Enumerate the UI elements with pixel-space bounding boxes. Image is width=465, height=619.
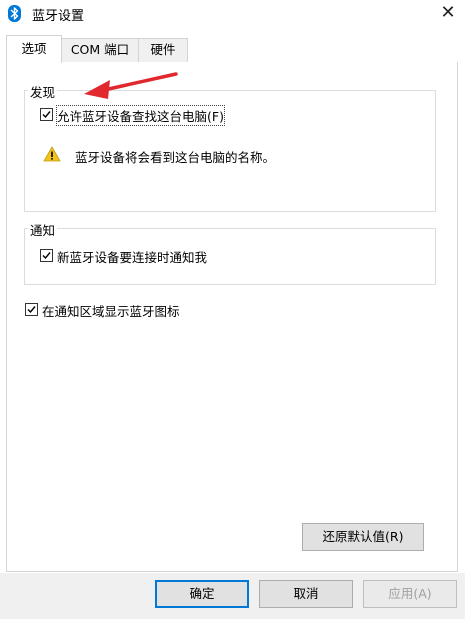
warning-text: 蓝牙设备将会看到这台电脑的名称。 [75, 150, 276, 165]
window-title: 蓝牙设置 [32, 9, 85, 24]
restore-defaults-button[interactable]: 还原默认值(R) [302, 523, 424, 551]
notify-group-label: 通知 [28, 220, 58, 239]
ok-button[interactable]: 确定 [155, 580, 249, 608]
allow-find-checkbox[interactable] [40, 108, 53, 121]
notify-checkbox[interactable] [40, 249, 53, 262]
tray-icon-checkbox[interactable] [25, 303, 38, 316]
tray-icon-label[interactable]: 在通知区域显示蓝牙图标 [42, 301, 180, 320]
tab-hardware[interactable]: 硬件 [138, 38, 188, 62]
close-icon[interactable]: ✕ [438, 3, 458, 23]
warning-icon [43, 146, 61, 165]
allow-find-label[interactable]: 允许蓝牙设备查找这台电脑(F) [56, 105, 225, 126]
tab-options[interactable]: 选项 [6, 35, 62, 63]
title-bar: 蓝牙设置 ✕ [0, 0, 465, 28]
bluetooth-icon [8, 5, 21, 22]
apply-button: 应用(A) [363, 580, 457, 608]
tab-com-port[interactable]: COM 端口 [61, 38, 139, 62]
discovery-group-label: 发现 [28, 82, 58, 101]
notify-label[interactable]: 新蓝牙设备要连接时通知我 [57, 247, 207, 266]
cancel-button[interactable]: 取消 [259, 580, 353, 608]
